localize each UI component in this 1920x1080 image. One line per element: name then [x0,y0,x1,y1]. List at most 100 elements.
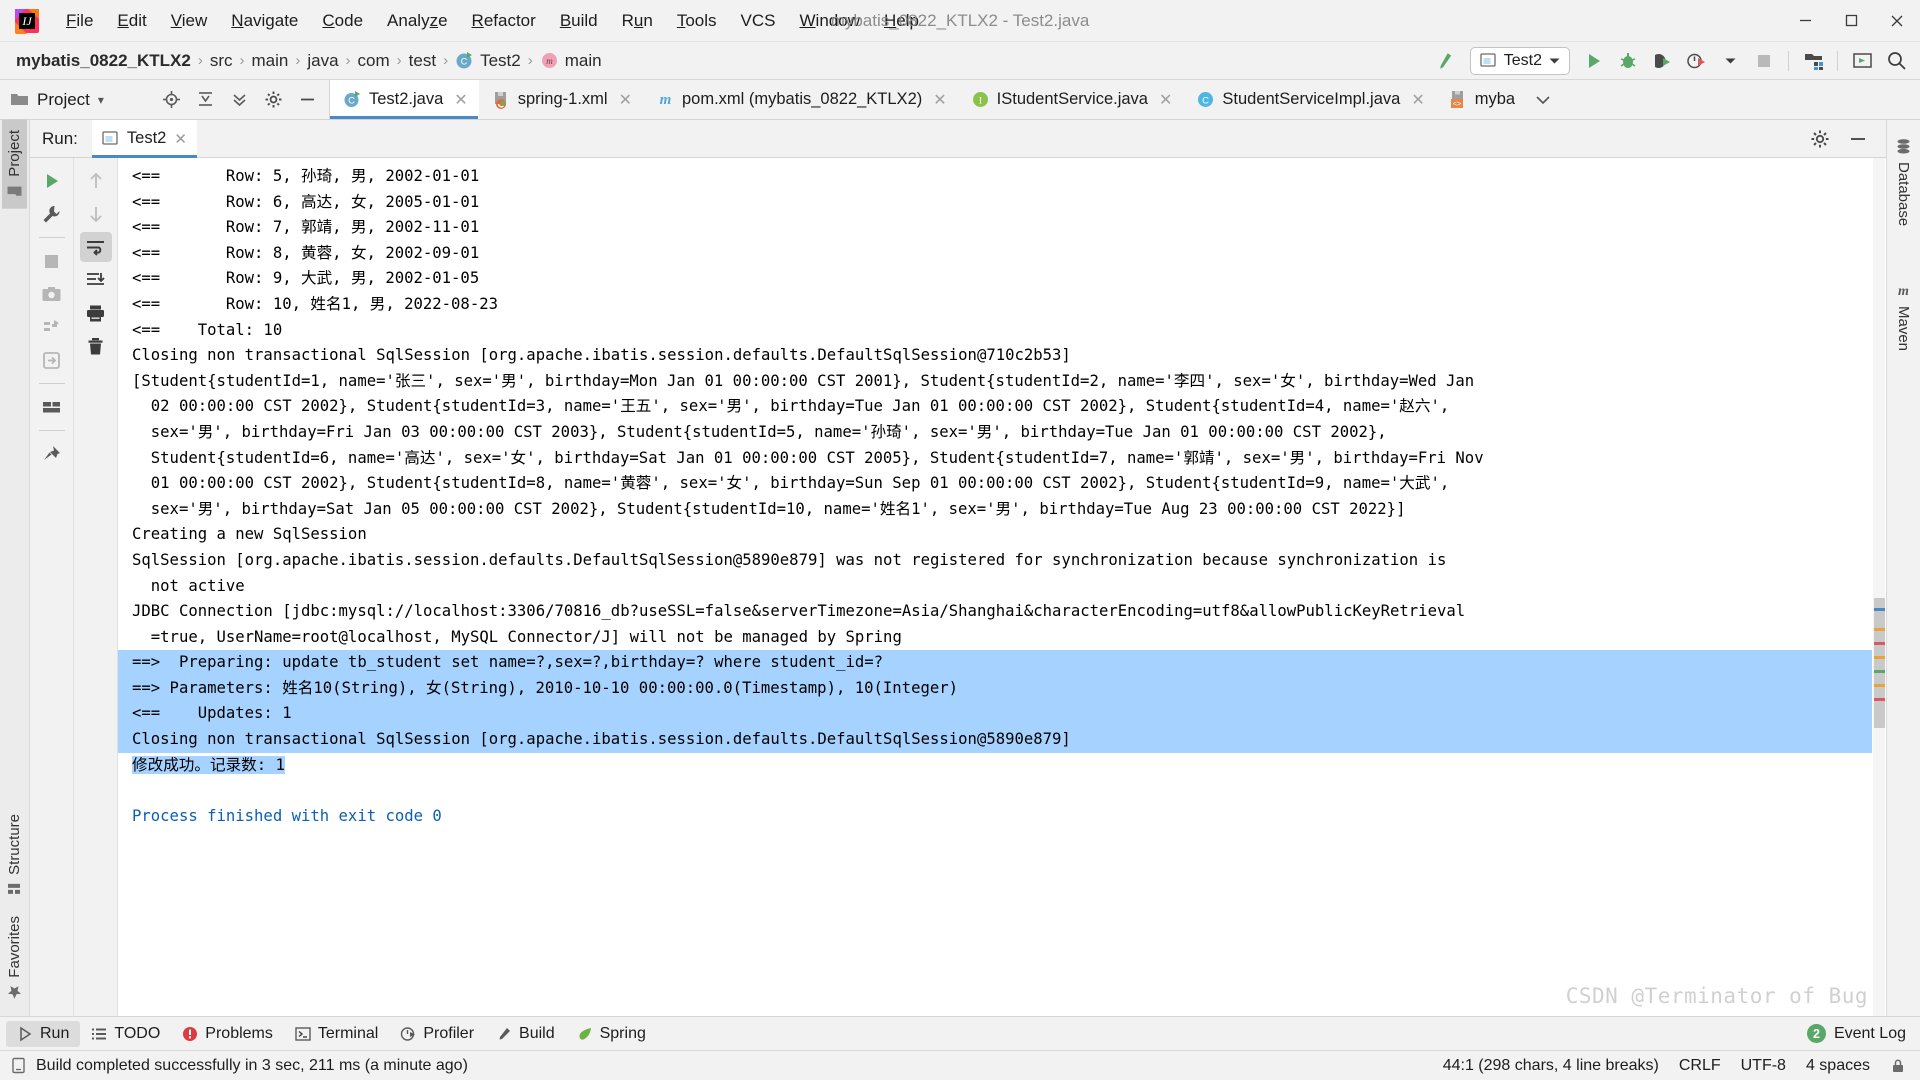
menu-view[interactable]: View [159,7,220,35]
svg-text:I: I [979,97,982,107]
error-stripe-mark[interactable] [1874,642,1885,645]
menu-run[interactable]: Run [610,7,665,35]
error-stripe-mark[interactable] [1874,698,1885,701]
sidebar-tab-favorites[interactable]: Favorites [2,906,27,1010]
breadcrumb-project[interactable]: mybatis_0822_KTLX2 [16,51,191,71]
console-output[interactable]: <== Row: 5, 孙琦, 男, 2002-01-01 <== Row: 6… [118,158,1886,1016]
tab-spring-1-xml[interactable]: spring-1.xml ✕ [479,80,643,119]
soft-wrap-icon[interactable] [79,232,112,262]
menu-file[interactable]: FFileile [54,7,105,35]
lock-icon[interactable] [1890,1058,1906,1074]
project-structure-icon[interactable] [1797,46,1829,76]
status-message[interactable]: Build completed successfully in 3 sec, 2… [36,1057,468,1075]
sidebar-tab-structure[interactable]: Structure [2,804,27,906]
menu-help[interactable]: Help [872,7,931,35]
scrollbar-track[interactable] [1873,158,1885,1016]
locate-file-icon[interactable] [155,85,187,115]
rerun-icon[interactable] [36,166,68,196]
error-stripe-mark[interactable] [1874,684,1885,687]
tab-label: IStudentService.java [996,90,1148,108]
bottom-tab-profiler[interactable]: Profiler [389,1021,485,1047]
debug-button[interactable] [1612,46,1644,76]
bottom-tab-run[interactable]: Run [6,1020,81,1047]
tabs-overflow-icon[interactable] [1526,80,1560,119]
error-stripe-mark[interactable] [1874,670,1885,673]
search-everywhere-icon[interactable] [1880,46,1912,76]
minimize-button[interactable] [1782,0,1828,42]
bottom-tab-problems[interactable]: Problems [171,1021,284,1047]
indent-setting[interactable]: 4 spaces [1806,1057,1870,1075]
sidebar-tab-database[interactable]: Database [1891,128,1916,236]
menu-window[interactable]: Window [788,7,872,35]
hide-panel-icon[interactable] [291,85,323,115]
maximize-button[interactable] [1828,0,1874,42]
breadcrumb-java[interactable]: java [307,51,338,71]
sidebar-tab-label: Favorites [6,916,23,978]
close-tab-icon[interactable]: ✕ [1411,90,1424,110]
bottom-tab-spring[interactable]: Spring [566,1021,657,1047]
breadcrumb-src[interactable]: src [210,51,233,71]
error-stripe-mark[interactable] [1874,628,1885,631]
breadcrumb-com[interactable]: com [358,51,390,71]
caret-position[interactable]: 44:1 (298 chars, 4 line breaks) [1443,1057,1659,1075]
menu-tools[interactable]: Tools [665,7,729,35]
close-tab-icon[interactable]: ✕ [1159,90,1172,110]
project-panel-title[interactable]: Project ▾ [10,90,104,110]
pin-icon[interactable] [36,439,68,469]
scroll-to-end-icon[interactable] [80,265,112,295]
expand-all-icon[interactable] [223,85,255,115]
settings-gear-icon[interactable] [257,85,289,115]
error-stripe-mark[interactable] [1874,608,1885,611]
sidebar-tab-maven[interactable]: m Maven [1891,272,1916,361]
event-log-label[interactable]: Event Log [1834,1025,1906,1043]
close-tab-icon[interactable]: ✕ [454,90,467,110]
console-scrollbar[interactable] [1872,158,1886,1016]
breadcrumb-main[interactable]: main [252,51,289,71]
star-icon [7,985,22,1000]
run-tab-test2[interactable]: Test2 ✕ [91,119,197,158]
run-with-coverage-button[interactable] [1646,46,1678,76]
run-button[interactable] [1578,46,1610,76]
settings-gear-icon[interactable] [1804,124,1836,154]
bottom-tab-terminal[interactable]: Terminal [284,1021,389,1047]
layout-icon[interactable] [36,392,68,422]
bottom-tab-todo[interactable]: TODO [80,1021,171,1047]
menu-vcs[interactable]: VCS [729,7,788,35]
menu-navigate[interactable]: Navigate [219,7,310,35]
profile-dropdown-icon[interactable] [1714,46,1746,76]
build-hammer-icon[interactable] [1428,46,1460,76]
file-encoding[interactable]: UTF-8 [1741,1057,1786,1075]
menu-edit[interactable]: Edit [105,7,158,35]
restore-layout-icon[interactable] [1846,46,1878,76]
sidebar-tab-project[interactable]: Project [2,120,27,209]
close-tab-icon[interactable]: ✕ [174,130,187,148]
error-stripe-mark[interactable] [1874,656,1885,659]
line-separator[interactable]: CRLF [1679,1057,1721,1075]
tab-studentserviceimpl-java[interactable]: C StudentServiceImpl.java ✕ [1183,80,1435,119]
bottom-tab-build[interactable]: Build [485,1021,566,1047]
close-button[interactable] [1874,0,1920,42]
close-tab-icon[interactable]: ✕ [933,90,946,110]
tab-istudentservice-java[interactable]: I IStudentService.java ✕ [958,80,1184,119]
svg-text:C: C [1202,96,1209,107]
breadcrumb-class-test2[interactable]: C Test2 [455,51,521,71]
menu-code[interactable]: Code [310,7,375,35]
hide-window-icon[interactable] [1842,124,1874,154]
breadcrumb-method-main[interactable]: m main [540,51,602,71]
menu-refactor[interactable]: Refactor [460,7,548,35]
close-tab-icon[interactable]: ✕ [619,90,632,110]
profile-button[interactable] [1680,46,1712,76]
settings-wrench-icon[interactable] [36,199,68,229]
scrollbar-thumb[interactable] [1874,598,1885,728]
tab-mybatis-xml[interactable]: <> myba [1436,80,1526,119]
collapse-all-icon[interactable] [189,85,221,115]
tab-test2-java[interactable]: C Test2.java ✕ [330,80,479,119]
breadcrumb-test[interactable]: test [409,51,436,71]
print-icon[interactable] [80,298,112,328]
run-configuration-selector[interactable]: Test2 [1469,46,1570,75]
menu-build[interactable]: Build [548,7,610,35]
trash-icon[interactable] [80,331,112,361]
menu-analyze[interactable]: Analyze [375,7,460,35]
tab-pom-xml[interactable]: m pom.xml (mybatis_0822_KTLX2) ✕ [643,80,958,119]
